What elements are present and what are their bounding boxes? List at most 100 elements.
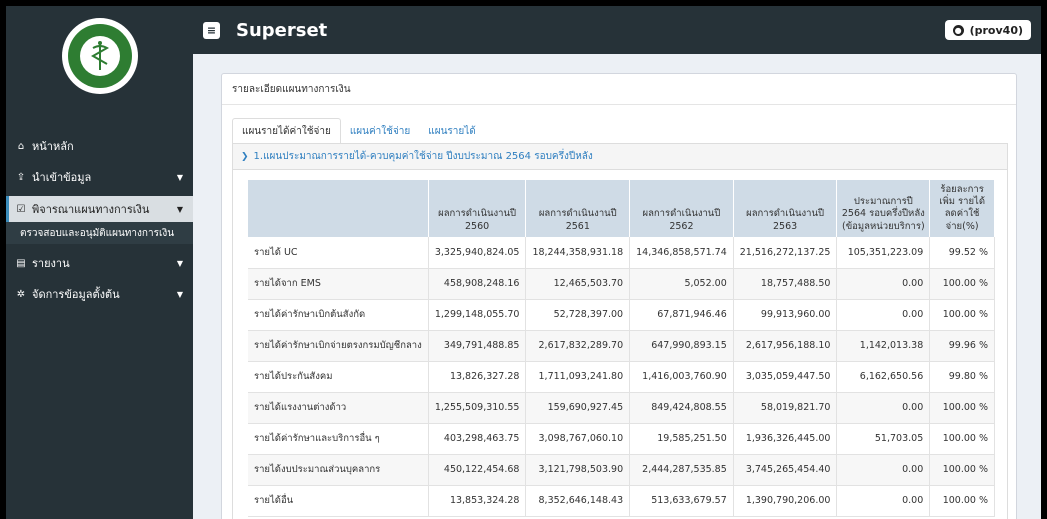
table-cell: 2,617,956,188.10 [733,330,838,362]
table-cell: 18,244,358,931.18 [525,237,631,269]
table-cell: 100.00 % [929,299,995,331]
column-header[interactable]: ร้อยละการเพิ่ม รายได้ ลดค่าใช้จ่าย(%) [929,180,995,237]
caret-down-icon: ▼ [176,172,183,182]
table-cell: 51,703.05 [836,423,931,455]
column-header[interactable]: ผลการดำเนินงานปี 2562 [629,180,734,237]
table-cell: 0.00 [836,299,931,331]
user-menu-button[interactable]: ● (prov40) [944,20,1031,40]
row-label: รายได้ค่ารักษาเบิกต้นสังกัด [248,299,429,331]
user-icon: ● [952,24,964,36]
gear-icon: ✲ [16,288,26,300]
table-cell: 21,516,272,137.25 [733,237,838,269]
table-body: รายได้ UC 3,325,940,824.05 18,244,358,931.… [248,237,995,517]
table-cell: 159,690,927.45 [525,392,631,424]
row-label: รายได้ค่ารักษาเบิกจ่ายตรงกรมบัญชีกลาง [248,330,429,362]
table-cell: 3,098,767,060.10 [525,423,631,455]
table-cell: 100.00 % [929,392,995,424]
sidebar-item-label: นำเข้าข้อมูล [32,171,92,184]
table-cell: 99.52 % [929,237,995,269]
sidebar-subitem-approve[interactable]: ตรวจสอบและอนุมัติแผนทางการเงิน [6,222,193,244]
table-cell: 3,325,940,824.05 [428,237,527,269]
table-cell: 99,913,960.00 [733,299,838,331]
table-cell: 450,122,454.68 [428,454,527,486]
table-row: รายได้แรงงานต่างด้าว 1,255,509,310.55 159,… [248,392,995,424]
file-icon: ▤ [16,257,26,269]
sidebar-item-4[interactable]: ✲ จัดการข้อมูลตั้งต้น ▼ [6,282,193,306]
table-cell: 1,299,148,055.70 [428,299,527,331]
table-cell: 5,052.00 [629,268,734,300]
column-header[interactable]: ผลการดำเนินงานปี 2563 [733,180,838,237]
table-row: รายได้ค่ารักษาเบิกต้นสังกัด 1,299,148,055… [248,299,995,331]
sidebar-item-2[interactable]: ☑ พิจารณาแผนทางการเงิน ▼ [6,196,193,222]
table-cell: 99.80 % [929,361,995,393]
table-cell: 100.00 % [929,485,995,517]
menu-toggle-button[interactable]: ≡ [203,21,220,39]
tab-income-expense[interactable]: แผนรายได้ค่าใช้จ่าย [232,118,341,144]
check-square-icon: ☑ [16,203,26,215]
table-cell: 1,416,003,760.90 [629,361,734,393]
table-cell: 105,351,223.09 [836,237,931,269]
table-cell: 458,908,248.16 [428,268,527,300]
caduceus-icon [90,41,109,70]
tab-expense[interactable]: แผนค่าใช้จ่าย [341,118,419,144]
table-cell: 3,745,265,454.40 [733,454,838,486]
sidebar-item-label: จัดการข้อมูลตั้งต้น [32,288,120,301]
table-cell: 3,121,798,503.90 [525,454,631,486]
table-cell: 349,791,488.85 [428,330,527,362]
table-cell: 99.96 % [929,330,995,362]
caret-down-icon: ▼ [176,204,183,214]
top-header: ≡ Superset ● (prov40) [193,6,1041,54]
table-cell: 100.00 % [929,423,995,455]
table-row: รายได้งบประมาณส่วนบุคลากร 450,122,454.68 3… [248,454,995,486]
accordion-header[interactable]: ❯ 1.แผนประมาณการรายได้-ควบคุมค่าใช้จ่าย … [233,144,1007,170]
sidebar-item-3[interactable]: ▤ รายงาน ▼ [6,251,193,275]
column-header[interactable]: ประมาณการปี 2564 รอบครึ่งปีหลัง (ข้อมูลห… [836,180,931,237]
sidebar-item-0[interactable]: ⌂ หน้าหลัก [6,134,193,158]
table-cell: 58,019,821.70 [733,392,838,424]
column-header[interactable] [248,180,429,237]
sidebar-item-1[interactable]: ⇪ นำเข้าข้อมูล ▼ [6,165,193,189]
tab-income[interactable]: แผนรายได้ [419,118,485,144]
table-row: รายได้ประกันสังคม 13,826,327.28 1,711,093,… [248,361,995,393]
caret-down-icon: ▼ [176,258,183,268]
accordion-title: 1.แผนประมาณการรายได้-ควบคุมค่าใช้จ่าย ปี… [253,151,593,162]
brand-title[interactable]: Superset [236,20,327,41]
table-cell: 100.00 % [929,268,995,300]
table-cell: 14,346,858,571.74 [629,237,734,269]
table-cell: 2,444,287,535.85 [629,454,734,486]
hamburger-icon: ≡ [206,23,217,37]
table-row: รายได้ค่ารักษาเบิกจ่ายตรงกรมบัญชีกลาง 349… [248,330,995,362]
caret-down-icon: ▼ [176,289,183,299]
table-cell: 0.00 [836,485,931,517]
table-cell: 13,826,327.28 [428,361,527,393]
table-cell: 67,871,946.46 [629,299,734,331]
table-cell: 3,035,059,447.50 [733,361,838,393]
panel-title: รายละเอียดแผนทางการเงิน [222,74,1016,105]
row-label: รายได้ประกันสังคม [248,361,429,393]
table-cell: 12,465,503.70 [525,268,631,300]
table-row: รายได้ค่ารักษาและบริการอื่น ๆ 403,298,463… [248,423,995,455]
table-cell: 1,711,093,241.80 [525,361,631,393]
row-label: รายได้ UC [248,237,429,269]
table-cell: 1,936,326,445.00 [733,423,838,455]
sidebar: ⌂ หน้าหลัก ⇪ นำเข้าข้อมูล ▼ ☑ พิจารณาแผนทางการ… [6,6,193,519]
table-cell: 100.00 % [929,454,995,486]
table-cell: 403,298,463.75 [428,423,527,455]
table-cell: 513,633,679.57 [629,485,734,517]
table-row: รายได้จาก EMS 458,908,248.16 12,465,503.70… [248,268,995,300]
table-cell: 1,255,509,310.55 [428,392,527,424]
column-header[interactable]: ผลการดำเนินงานปี 2560 [428,180,527,237]
row-label: รายได้อื่น [248,485,429,517]
table-cell: 1,142,013.38 [836,330,931,362]
table-cell: 52,728,397.00 [525,299,631,331]
finance-plan-panel: รายละเอียดแผนทางการเงิน แผนรายได้ค่าใช้จ… [221,73,1017,519]
table-cell: 1,390,790,206.00 [733,485,838,517]
row-label: รายได้งบประมาณส่วนบุคลากร [248,454,429,486]
table-cell: 6,162,650.56 [836,361,931,393]
row-label: รายได้ค่ารักษาและบริการอื่น ๆ [248,423,429,455]
ministry-logo[interactable] [61,18,138,94]
table-cell: 0.00 [836,392,931,424]
chevron-down-icon: ❯ [241,151,249,162]
upload-icon: ⇪ [16,171,26,183]
column-header[interactable]: ผลการดำเนินงานปี 2561 [525,180,631,237]
